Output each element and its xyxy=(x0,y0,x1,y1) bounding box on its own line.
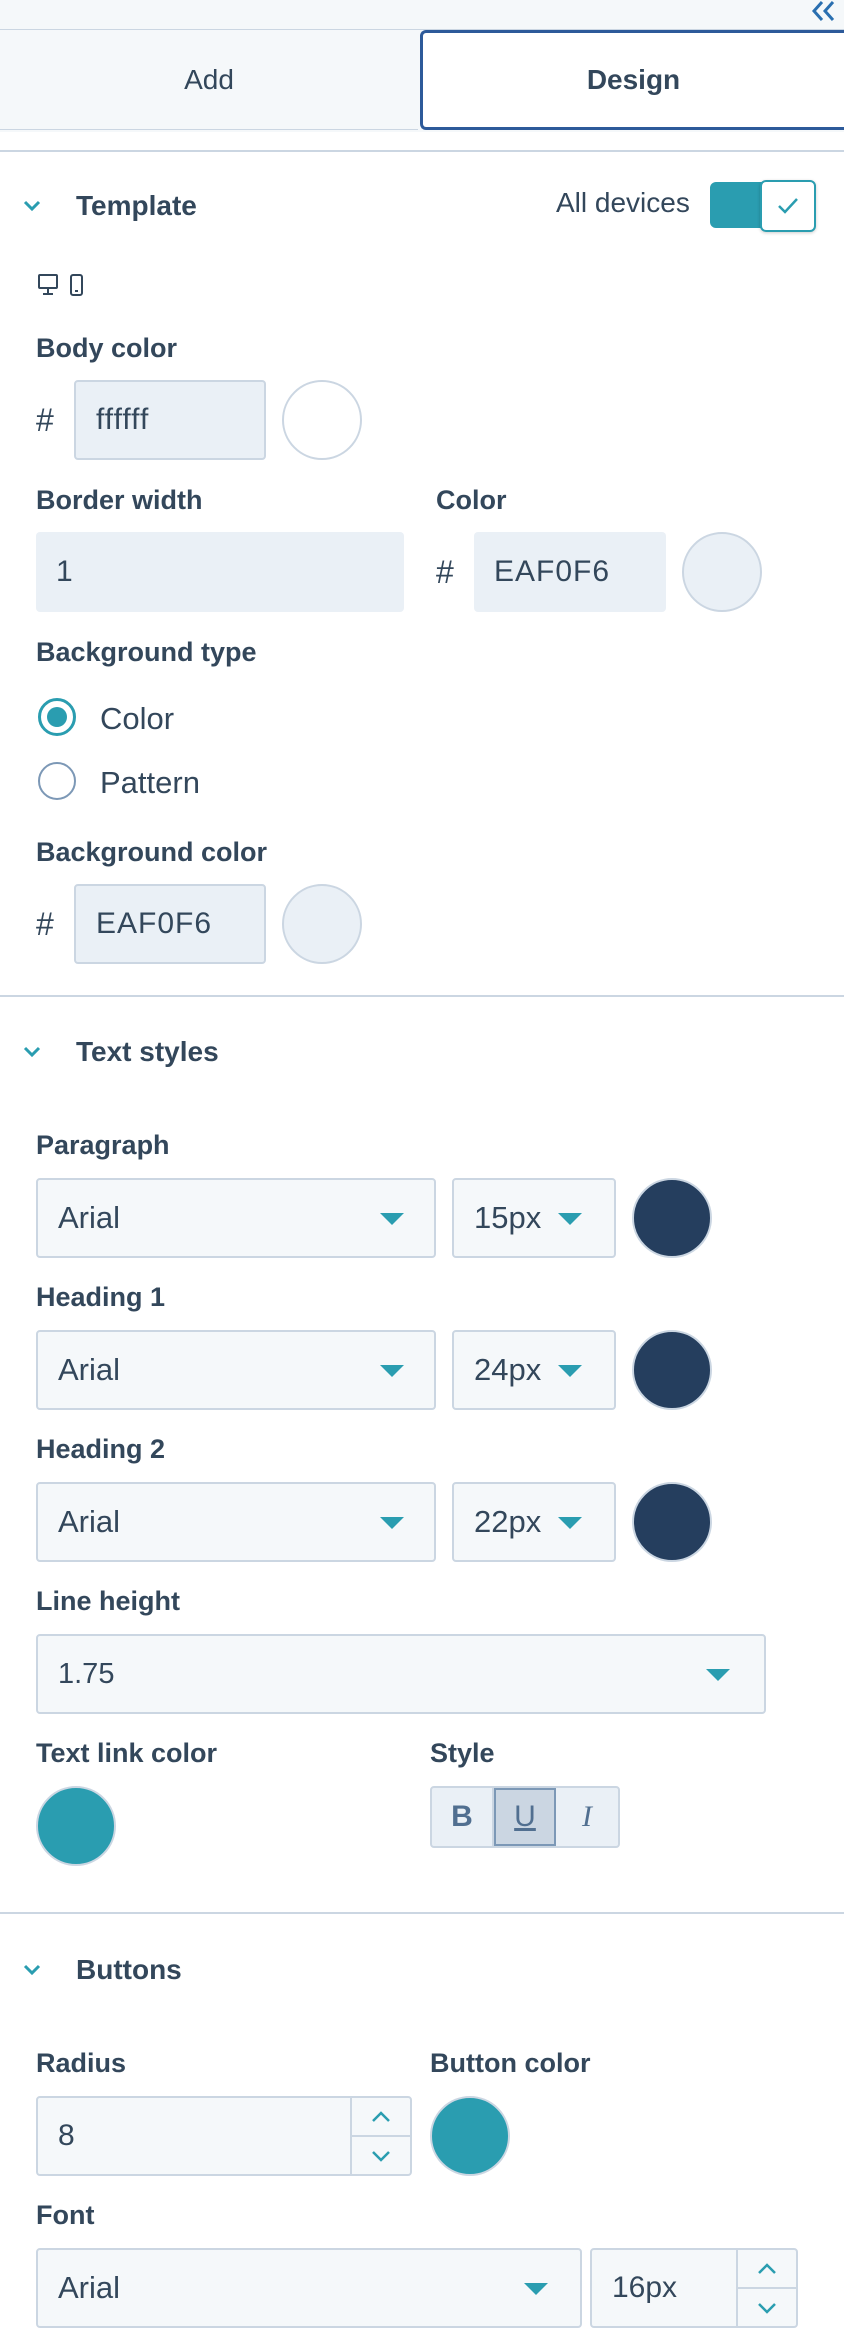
background-type-label: Background type xyxy=(36,637,257,667)
select-value: 15px xyxy=(474,1200,542,1235)
heading1-label: Heading 1 xyxy=(36,1282,166,1312)
top-bar xyxy=(0,0,844,30)
all-devices-toggle[interactable] xyxy=(710,180,816,232)
template-section-header[interactable]: Template xyxy=(0,186,197,226)
tab-add[interactable]: Add xyxy=(0,30,418,130)
section-title: Buttons xyxy=(76,1954,182,1985)
section-title: Template xyxy=(76,190,197,221)
body-color-label: Body color xyxy=(36,333,178,363)
section-divider xyxy=(0,1912,844,1914)
chevron-down-icon xyxy=(372,2150,390,2162)
stepper-value: 16px xyxy=(612,2271,678,2304)
radio-color-label: Color xyxy=(100,701,175,736)
decrement-button[interactable] xyxy=(738,2289,796,2326)
heading2-size-select[interactable]: 22px xyxy=(452,1482,616,1562)
double-chevron-left-icon[interactable] xyxy=(810,0,836,22)
underline-button[interactable]: U xyxy=(494,1788,556,1846)
toggle-knob xyxy=(760,180,816,232)
stepper-controls xyxy=(350,2098,410,2174)
border-width-input[interactable]: 1 xyxy=(36,532,404,612)
background-color-input[interactable]: EAF0F6 xyxy=(74,884,266,964)
section-divider xyxy=(0,995,844,997)
body-color-input[interactable]: ffffff xyxy=(74,380,266,460)
select-value: 22px xyxy=(474,1504,542,1539)
buttons-section-header[interactable]: Buttons xyxy=(0,1950,182,1990)
check-icon xyxy=(778,198,798,214)
mobile-icon xyxy=(70,274,83,296)
select-value: Arial xyxy=(58,1352,121,1387)
font-label: Font xyxy=(36,2200,95,2230)
italic-button[interactable]: I xyxy=(556,1788,618,1846)
line-height-label: Line height xyxy=(36,1586,180,1616)
chevron-up-icon xyxy=(758,2262,776,2274)
desktop-icon xyxy=(38,274,58,295)
stepper-controls xyxy=(736,2250,796,2326)
increment-button[interactable] xyxy=(738,2250,796,2289)
hash-symbol: # xyxy=(36,402,54,438)
paragraph-label: Paragraph xyxy=(36,1130,170,1160)
chevron-up-icon xyxy=(372,2110,390,2122)
all-devices-label: All devices xyxy=(556,187,690,218)
bold-button[interactable]: B xyxy=(432,1788,494,1846)
text-link-color-label: Text link color xyxy=(36,1738,218,1768)
caret-down-icon xyxy=(380,1517,404,1529)
border-width-label: Border width xyxy=(36,485,203,515)
device-icons xyxy=(38,274,83,296)
paragraph-font-select[interactable]: Arial xyxy=(36,1178,436,1258)
radio-color[interactable] xyxy=(38,698,76,736)
tab-design[interactable]: Design xyxy=(420,30,844,130)
stepper-value: 8 xyxy=(58,2119,75,2152)
background-color-label: Background color xyxy=(36,837,268,867)
line-height-select[interactable]: 1.75 xyxy=(36,1634,766,1714)
heading1-color-swatch[interactable] xyxy=(632,1330,712,1410)
select-value: 1.75 xyxy=(58,1657,115,1690)
hash-symbol: # xyxy=(436,554,454,590)
style-label: Style xyxy=(430,1738,495,1768)
section-title: Text styles xyxy=(76,1036,219,1067)
button-color-swatch[interactable] xyxy=(430,2096,510,2176)
divider xyxy=(0,150,844,152)
chevron-down-icon xyxy=(758,2302,776,2314)
select-value: Arial xyxy=(58,1200,121,1235)
border-color-swatch[interactable] xyxy=(682,532,762,612)
heading1-font-select[interactable]: Arial xyxy=(36,1330,436,1410)
caret-down-icon xyxy=(380,1213,404,1225)
decrement-button[interactable] xyxy=(352,2137,410,2174)
heading2-font-select[interactable]: Arial xyxy=(36,1482,436,1562)
border-color-input[interactable]: EAF0F6 xyxy=(474,532,666,612)
radio-pattern[interactable] xyxy=(38,762,76,800)
caret-down-icon xyxy=(524,2283,548,2295)
button-color-label: Button color xyxy=(430,2048,591,2078)
body-color-swatch[interactable] xyxy=(282,380,362,460)
color-label: Color xyxy=(436,485,507,515)
button-font-select[interactable]: Arial xyxy=(36,2248,582,2328)
caret-down-icon xyxy=(706,1669,730,1681)
chevron-down-icon xyxy=(23,200,41,212)
heading2-color-swatch[interactable] xyxy=(632,1482,712,1562)
paragraph-size-select[interactable]: 15px xyxy=(452,1178,616,1258)
text-styles-section-header[interactable]: Text styles xyxy=(0,1032,219,1072)
caret-down-icon xyxy=(380,1365,404,1377)
tab-bar: Add Design xyxy=(0,30,844,132)
background-color-swatch[interactable] xyxy=(282,884,362,964)
heading2-label: Heading 2 xyxy=(36,1434,166,1464)
radius-stepper[interactable]: 8 xyxy=(36,2096,412,2176)
radius-label: Radius xyxy=(36,2048,127,2078)
select-value: Arial xyxy=(58,1504,121,1539)
heading1-size-select[interactable]: 24px xyxy=(452,1330,616,1410)
text-link-color-swatch[interactable] xyxy=(36,1786,116,1866)
increment-button[interactable] xyxy=(352,2098,410,2137)
button-font-size-stepper[interactable]: 16px xyxy=(590,2248,798,2328)
select-value: Arial xyxy=(58,2270,121,2305)
chevron-down-icon xyxy=(23,1046,41,1058)
hash-symbol: # xyxy=(36,906,54,942)
caret-down-icon xyxy=(558,1517,582,1529)
radio-pattern-label: Pattern xyxy=(100,765,200,800)
select-value: 24px xyxy=(474,1352,542,1387)
caret-down-icon xyxy=(558,1213,582,1225)
paragraph-color-swatch[interactable] xyxy=(632,1178,712,1258)
chevron-down-icon xyxy=(23,1964,41,1976)
style-button-group: B U I xyxy=(430,1786,620,1848)
caret-down-icon xyxy=(558,1365,582,1377)
